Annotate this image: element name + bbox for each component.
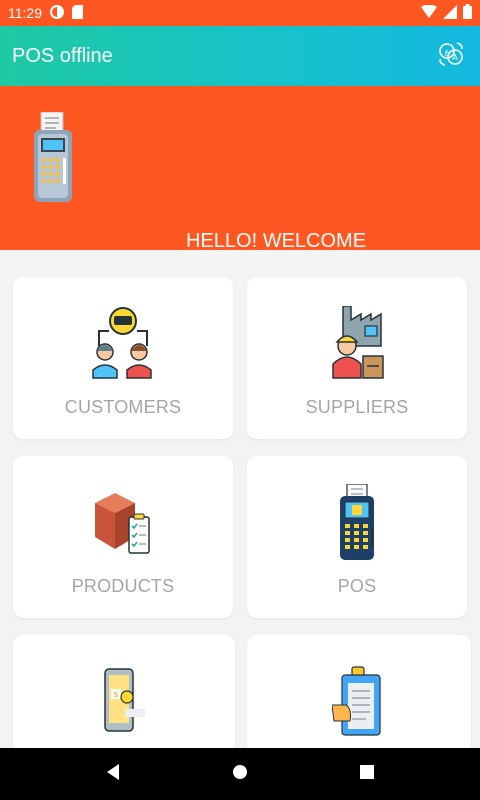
welcome-text: HELLO! WELCOME xyxy=(186,230,367,252)
pos-terminal-icon xyxy=(325,482,389,562)
menu-card-label: CUSTOMERS xyxy=(64,397,182,417)
menu-card-pos[interactable]: POS xyxy=(247,456,467,618)
pos-terminal-banner-icon xyxy=(30,111,76,207)
menu-card-label: PRODUCTS xyxy=(71,576,175,596)
status-bar: 11:29 xyxy=(0,0,480,26)
recents-button[interactable] xyxy=(359,764,375,785)
wifi-icon xyxy=(421,4,437,21)
cell-signal-icon xyxy=(443,4,457,22)
data-saver-icon xyxy=(50,4,64,22)
svg-text:$: $ xyxy=(113,690,118,699)
menu-card-products[interactable]: PRODUCTS xyxy=(13,456,233,618)
menu-card-customers[interactable]: CUSTOMERS xyxy=(13,277,233,439)
battery-icon xyxy=(463,4,472,22)
mobile-payment-icon: $ xyxy=(92,661,156,741)
back-button[interactable] xyxy=(105,763,121,786)
app-bar: POS offline ع A xyxy=(0,26,480,86)
status-time: 11:29 xyxy=(8,5,42,21)
suppliers-icon xyxy=(325,303,389,383)
app-title: POS offline xyxy=(12,44,113,67)
menu-card-label: SUPPLIERS xyxy=(305,397,409,417)
customers-icon xyxy=(91,303,155,383)
svg-text:A: A xyxy=(452,53,458,62)
translate-icon: ع A xyxy=(437,40,465,73)
svg-text:ع: ع xyxy=(445,47,450,56)
system-navigation-bar xyxy=(0,748,480,800)
language-switch-button[interactable]: ع A xyxy=(434,39,468,73)
home-button[interactable] xyxy=(231,763,249,786)
products-icon xyxy=(91,482,155,562)
clipboard-receipt-icon xyxy=(327,661,391,741)
welcome-banner: HELLO! WELCOME xyxy=(0,86,480,252)
menu-card-suppliers[interactable]: SUPPLIERS xyxy=(247,277,467,439)
menu-card-label: POS xyxy=(337,576,377,596)
sim-card-icon xyxy=(72,4,83,22)
